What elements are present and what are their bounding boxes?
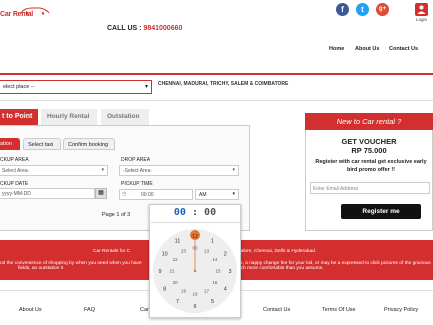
- dropdown-arrow-icon: ▾: [144, 84, 148, 90]
- band-text-line1-cont: galore, Chennai, Delhi & Hyderabad.: [238, 249, 317, 254]
- cities-list: CHENNAI, MADURAI, TRICHY, SALEM & COIMBA…: [158, 81, 289, 87]
- band-text-line3: fields, an outstation tr: [18, 266, 64, 271]
- step-location[interactable]: ation: [0, 138, 20, 150]
- facebook-icon[interactable]: f: [336, 3, 349, 16]
- nav-about-us[interactable]: About Us: [355, 46, 379, 52]
- nav-home[interactable]: Home: [329, 46, 344, 52]
- footer-contact-us[interactable]: Contact Us: [263, 307, 290, 313]
- dial-center: [193, 269, 197, 273]
- step-select-taxi[interactable]: Select taxi: [23, 138, 61, 150]
- clock-dial[interactable]: 121234567891011001314151617181920212223: [149, 227, 241, 315]
- footer-privacy[interactable]: Privacy Policy: [384, 307, 418, 313]
- dial-hour-10[interactable]: 10: [162, 251, 168, 257]
- call-label: CALL US :: [107, 25, 144, 32]
- dial-hour-inner-16[interactable]: 16: [212, 280, 218, 285]
- pickup-date-placeholder: yyyy-MM-DD: [2, 191, 31, 197]
- dial-hour-5[interactable]: 5: [211, 299, 214, 305]
- voucher-title: GET VOUCHER: [341, 137, 397, 146]
- dial-hour-4[interactable]: 4: [224, 286, 227, 292]
- tab-outstation[interactable]: Outstation: [101, 109, 149, 125]
- ampm-select[interactable]: AM ▾: [195, 189, 239, 200]
- drop-area-label: DROP AREA: [121, 157, 151, 163]
- voucher-amount: RP 75.000: [351, 146, 387, 155]
- pickup-time-value: 00:00: [141, 192, 154, 198]
- pickup-area-select[interactable]: Select Area- ▾: [0, 165, 108, 176]
- dial-hour-9[interactable]: 9: [158, 269, 161, 275]
- ampm-value: AM: [199, 192, 207, 198]
- band-text-line1: Car Rentals for C: [93, 249, 131, 254]
- time-picker-display: 00 : 00: [149, 207, 241, 218]
- call-number[interactable]: 9841000660: [143, 25, 182, 32]
- dial-hour-6[interactable]: 6: [193, 304, 196, 310]
- pickup-date-label: CKUP DATE: [0, 181, 29, 187]
- dial-hour-inner-22[interactable]: 22: [173, 257, 179, 262]
- dial-hour-8[interactable]: 8: [163, 286, 166, 292]
- voucher-header: New to Car rental ?: [305, 113, 433, 130]
- google-plus-icon[interactable]: g+: [376, 3, 389, 16]
- dropdown-arrow-icon: ▾: [232, 167, 235, 173]
- voucher-description: Register with car rental get exclusive e…: [315, 159, 427, 173]
- clock-icon: ◷: [122, 191, 127, 197]
- pickup-time-label: PICKUP TIME: [121, 181, 153, 187]
- footer-car[interactable]: Car: [140, 307, 149, 313]
- calendar-icon[interactable]: ▦: [95, 188, 107, 199]
- time-picker-minutes[interactable]: 00: [204, 207, 216, 218]
- dial-hour-inner-20[interactable]: 20: [173, 280, 179, 285]
- pickup-date-input[interactable]: yyyy-MM-DD: [0, 188, 95, 199]
- dial-hour-1[interactable]: 1: [211, 239, 214, 245]
- login-label[interactable]: Login: [416, 17, 427, 22]
- dropdown-arrow-icon: ▾: [101, 167, 104, 173]
- dial-hour-12[interactable]: 12: [192, 234, 198, 240]
- dial-hour-2[interactable]: 2: [224, 251, 227, 257]
- step-confirm-booking[interactable]: Confirm booking: [63, 138, 115, 150]
- dial-hour-inner-23[interactable]: 23: [181, 249, 187, 254]
- section-divider: [0, 100, 433, 101]
- dial-hour-inner-17[interactable]: 17: [204, 288, 210, 293]
- footer-about-us[interactable]: About Us: [19, 307, 42, 313]
- dropdown-arrow-icon: ▾: [232, 191, 235, 197]
- twitter-icon[interactable]: t: [356, 3, 369, 16]
- footer-terms[interactable]: Terms Of Use: [322, 307, 356, 313]
- dial-hour-inner-00[interactable]: 00: [192, 246, 198, 251]
- email-field[interactable]: Enter Email Address: [310, 182, 430, 194]
- pickup-area-value: Select Area-: [2, 168, 30, 174]
- band-text-line3-cont: much more comfortable than you assume.: [234, 266, 324, 271]
- drop-area-value: -Select Area-: [123, 168, 152, 174]
- nav-contact-us[interactable]: Contact Us: [389, 46, 418, 52]
- dial-hour-inner-14[interactable]: 14: [212, 257, 218, 262]
- time-picker-divider: [149, 222, 241, 223]
- dial-hour-inner-19[interactable]: 19: [181, 288, 187, 293]
- pickup-time-input[interactable]: 00:00: [119, 189, 193, 200]
- tab-hourly-rental[interactable]: Hourly Rental: [41, 109, 97, 125]
- dial-hour-inner-15[interactable]: 15: [215, 269, 221, 274]
- time-picker-hours[interactable]: 00: [174, 207, 186, 218]
- pickup-area-label: CKUP AREA: [0, 157, 29, 163]
- call-us: CALL US : 9841000660: [107, 25, 182, 32]
- dial-hour-7[interactable]: 7: [176, 299, 179, 305]
- login-user-icon[interactable]: [415, 3, 428, 16]
- register-button[interactable]: Register me: [341, 204, 421, 219]
- drop-area-select[interactable]: -Select Area- ▾: [119, 165, 239, 176]
- dial-hour-3[interactable]: 3: [228, 269, 231, 275]
- logo[interactable]: Car Rental: [0, 7, 52, 22]
- footer-faq[interactable]: FAQ: [84, 307, 95, 313]
- dial-hour-11[interactable]: 11: [175, 239, 181, 245]
- header-divider: [0, 73, 433, 75]
- place-select-value: elect place --: [3, 84, 35, 90]
- time-picker-sep: :: [191, 207, 199, 218]
- dial-hour-inner-13[interactable]: 13: [204, 249, 210, 254]
- tab-point-to-point[interactable]: t to Point: [0, 109, 38, 125]
- dial-hour-inner-21[interactable]: 21: [169, 269, 175, 274]
- dial-hour-inner-18[interactable]: 18: [192, 292, 198, 297]
- place-select[interactable]: elect place -- ▾: [0, 80, 152, 94]
- logo-text: Car Rental: [0, 11, 34, 18]
- page-info: Page 1 of 3: [102, 212, 131, 218]
